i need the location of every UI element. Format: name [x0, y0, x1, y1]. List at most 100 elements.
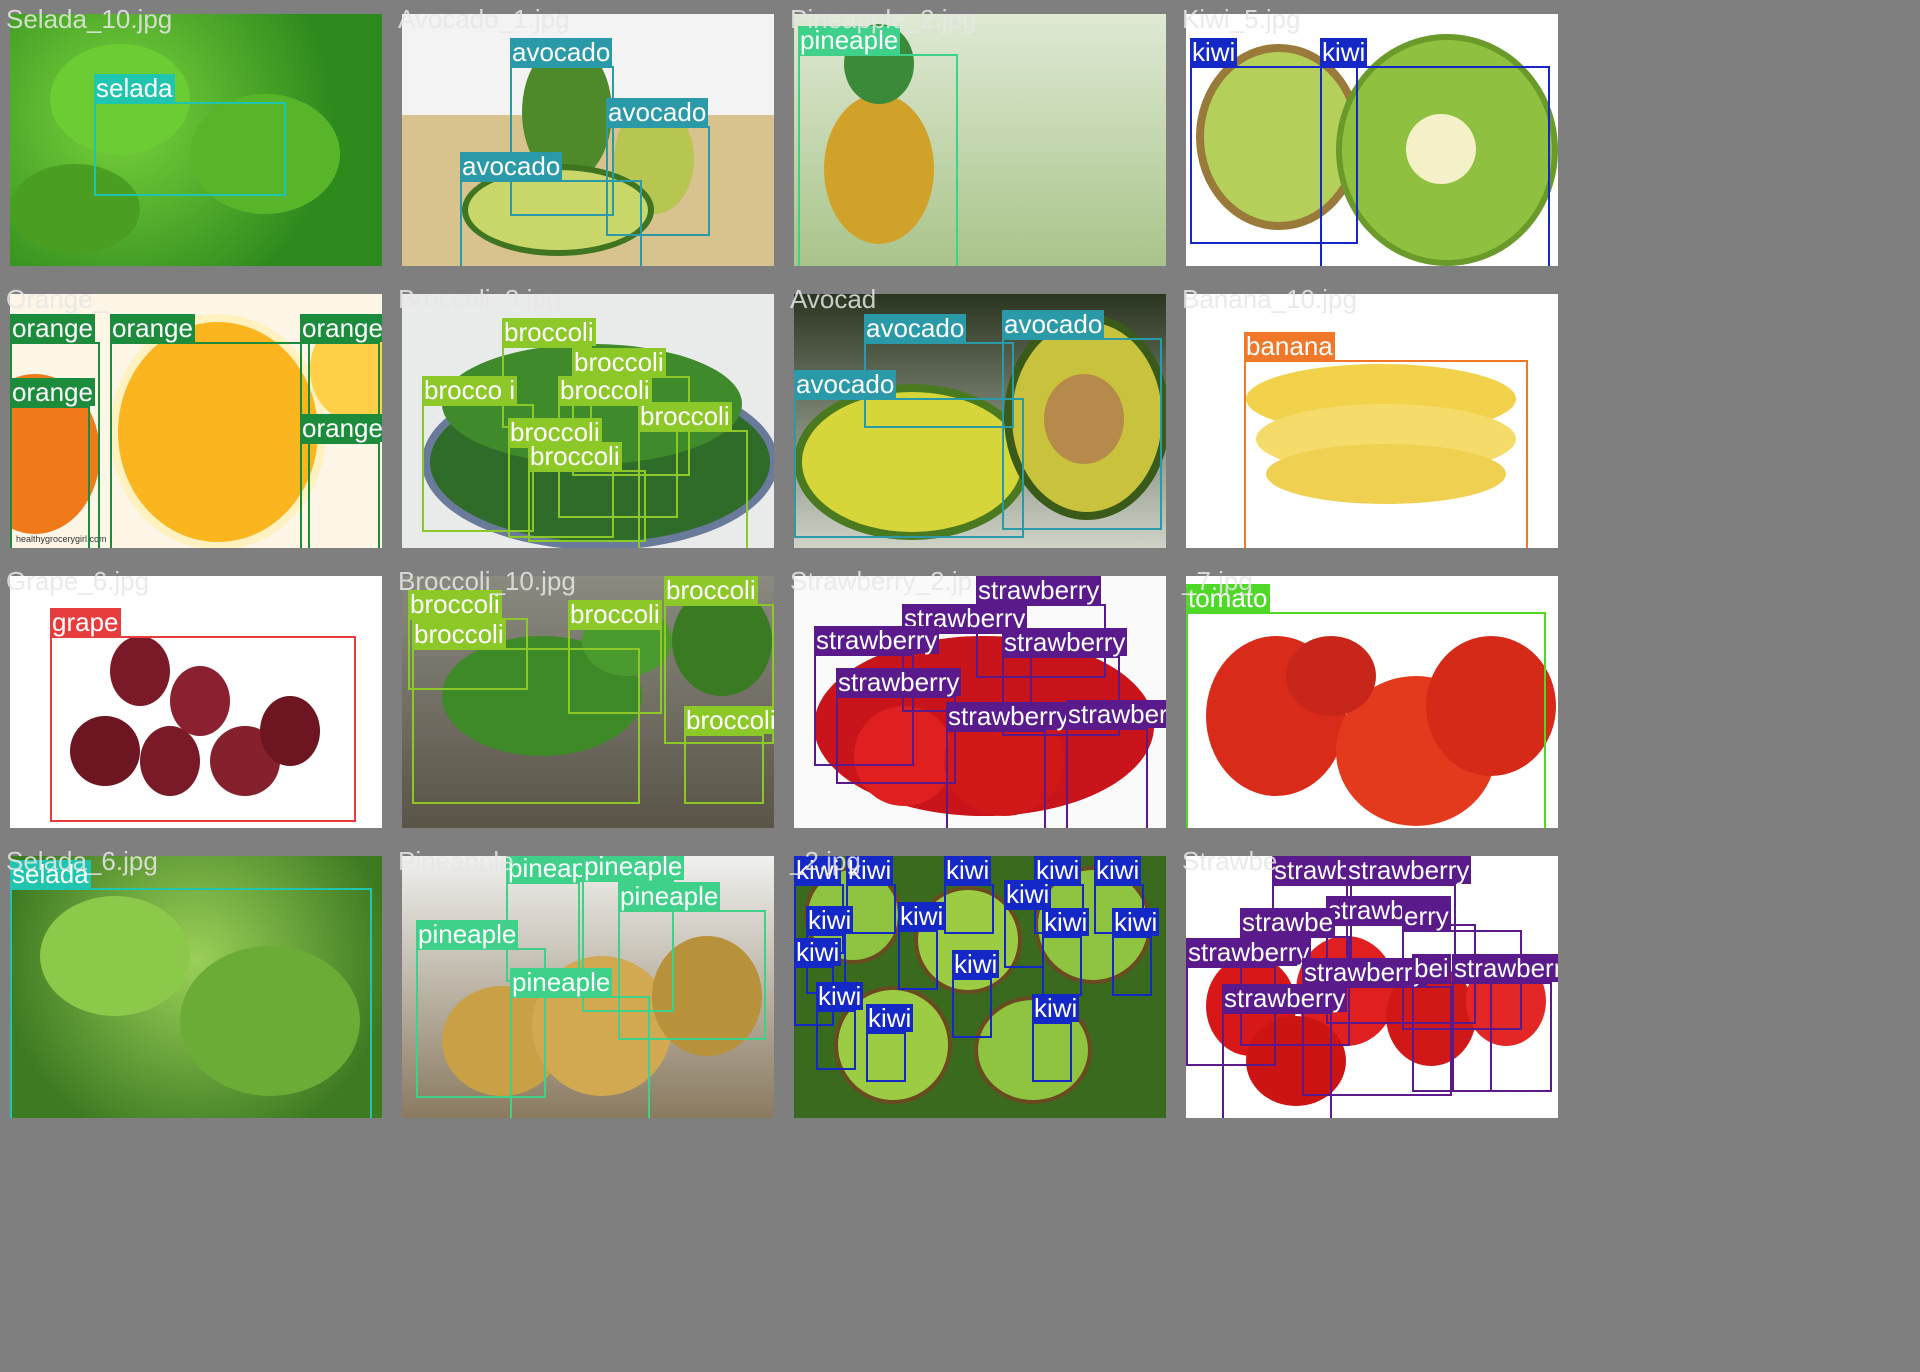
tile-photo: broccoli broccoli brocco i broccoli broccoli… — [402, 294, 774, 548]
detection-label: kiwi — [816, 981, 864, 1011]
detection-label: orange — [300, 314, 382, 342]
detection-label: strawbe — [1240, 907, 1336, 937]
bounding-box: kiwi — [816, 982, 864, 1070]
tile-photo: broccoli broccoli broccoli broccoli broccoli — [402, 576, 774, 828]
bounding-box: avocado — [794, 370, 1024, 538]
bounding-box: broccoli — [638, 402, 748, 548]
bounding-box: kiwi — [1032, 994, 1080, 1082]
detection-label: broccoli — [664, 576, 758, 605]
detection-label: avocado — [460, 151, 563, 181]
detection-label: kiwi — [952, 949, 1000, 979]
detection-label: strawberry — [946, 701, 1072, 731]
bounding-box: kiwi — [944, 856, 994, 934]
detection-label: kiwi — [866, 1003, 914, 1033]
detection-label: kiwi — [1042, 907, 1090, 937]
tile-photo: avocado avocado avocado — [794, 294, 1166, 548]
tile: kiwi kiwi kiwi kiwi kiwi kiwi kiwi kiwi kiwi kiwi… — [784, 842, 1176, 1132]
filename-label: Broccoli_10.jpg — [398, 566, 576, 596]
detection-label: kiwi — [1094, 856, 1142, 885]
filename-label: Grape_6.jpg — [6, 566, 150, 596]
bounding-box: avocado — [460, 152, 642, 266]
tile: grape Grape_6.jpg — [0, 562, 392, 842]
tile-photo: kiwi kiwi kiwi kiwi kiwi kiwi kiwi kiwi kiwi kiwi… — [794, 856, 1166, 1118]
bounding-box: selada — [94, 74, 286, 196]
filename-label: Strawbe — [1182, 846, 1278, 876]
detection-label: broccoli — [558, 375, 652, 405]
detection-label: pineaple — [582, 856, 685, 880]
detection-label: broccoli — [528, 441, 622, 471]
tile-photo: healthygrocerygirl.com orange orange orange… — [10, 294, 382, 548]
tile: healthygrocerygirl.com orange orange orange… — [0, 280, 392, 562]
bounding-box: strawberr — [1452, 954, 1558, 1092]
detection-label: banana — [1244, 331, 1335, 361]
detection-label: grape — [50, 607, 121, 637]
detection-label: pineap — [506, 856, 589, 883]
detection-label: broccoli — [638, 401, 732, 431]
detection-label: kiwi — [1032, 993, 1080, 1023]
detection-label: broccoli — [572, 347, 666, 377]
detection-label: kiwi — [1190, 37, 1238, 67]
detection-label: avocado — [606, 97, 709, 127]
detection-label: kiwi — [806, 905, 854, 935]
filename-label: Banana_10.jpg — [1182, 284, 1357, 314]
bounding-box: avocado — [1002, 310, 1162, 530]
tile-photo: avocado avocado avocado — [402, 14, 774, 266]
tile: selada Selada_6.jpg — [0, 842, 392, 1132]
bounding-box: kiwi — [1112, 908, 1160, 996]
detection-label: kiwi — [794, 937, 842, 967]
tile: avocado avocado avocado Avocad — [784, 280, 1176, 562]
detection-label: kiwi — [898, 901, 946, 931]
detection-label: kiwi — [944, 856, 992, 885]
detection-label: strawb — [1272, 856, 1353, 885]
detection-label: brocco i — [422, 375, 518, 405]
bounding-box: pineaple — [798, 26, 958, 266]
filename-label: Pineapple_2.jpg — [790, 4, 977, 34]
bounding-box: broccoli — [412, 620, 640, 804]
detection-label: strawberry — [1186, 937, 1312, 967]
bounding-box: kiwi — [866, 1004, 914, 1082]
bounding-box: banana — [1244, 332, 1528, 548]
bounding-box: kiwi — [952, 950, 1000, 1038]
tile: selada Selada_10.jpg — [0, 0, 392, 280]
tile-photo: selada — [10, 14, 382, 266]
bounding-box: kiwi — [846, 856, 896, 934]
detection-label: broccoli — [568, 599, 662, 629]
detection-label: orange — [300, 414, 382, 442]
detection-label: bei — [1412, 953, 1451, 983]
bounding-box: strawberry — [836, 668, 962, 784]
bounding-box: selada — [10, 860, 372, 1118]
detection-label: erry — [1402, 901, 1451, 931]
bounding-box: strawberry — [1222, 984, 1348, 1118]
tile-photo: banana — [1186, 294, 1558, 548]
detection-label: pineaple — [416, 919, 519, 949]
bounding-box: strawberry — [1066, 700, 1166, 828]
filename-label: _7.jpg — [1182, 566, 1253, 596]
tile-photo: selada — [10, 856, 382, 1118]
tile: pineap pineaple pineaple pineaple pineaple Pi… — [392, 842, 784, 1132]
detection-label: avocado — [864, 313, 967, 343]
bounding-box: orange — [10, 378, 95, 548]
tile-photo: grape — [10, 576, 382, 828]
tile-photo: strawberry strawberry strawberry strawberry… — [794, 576, 1166, 828]
filename-label: Pineapple — [398, 846, 514, 876]
tile: tomato _7.jpg — [1176, 562, 1568, 842]
tile: kiwi kiwi Kiwi_5.jpg — [1176, 0, 1568, 280]
detection-label: avocado — [1002, 309, 1105, 339]
detection-label: strawberr — [1452, 954, 1558, 982]
detection-label: kiwi — [1320, 37, 1368, 67]
detection-label: strawberry — [1066, 700, 1166, 728]
detection-label: broccoli — [502, 317, 596, 347]
tile-photo: kiwi kiwi — [1186, 14, 1558, 266]
detection-label: kiwi — [1004, 879, 1052, 909]
bounding-box: broccoli — [684, 706, 774, 804]
tile: strawb strawberry strawberry erry strawbe str… — [1176, 842, 1568, 1132]
detection-label: pineaple — [510, 967, 613, 997]
detection-label: strawberry — [836, 667, 962, 697]
detection-label: kiwi — [1112, 907, 1160, 937]
detection-label: orange — [10, 377, 95, 407]
filename-label: Selada_6.jpg — [6, 846, 158, 876]
detection-grid: selada Selada_10.jpg avocado avocado avocado… — [0, 0, 1920, 1372]
detection-label: strawberry — [1346, 856, 1472, 885]
detection-label: strawberry — [1002, 627, 1128, 657]
filename-label: Broccoli_3.jpg — [398, 284, 562, 314]
